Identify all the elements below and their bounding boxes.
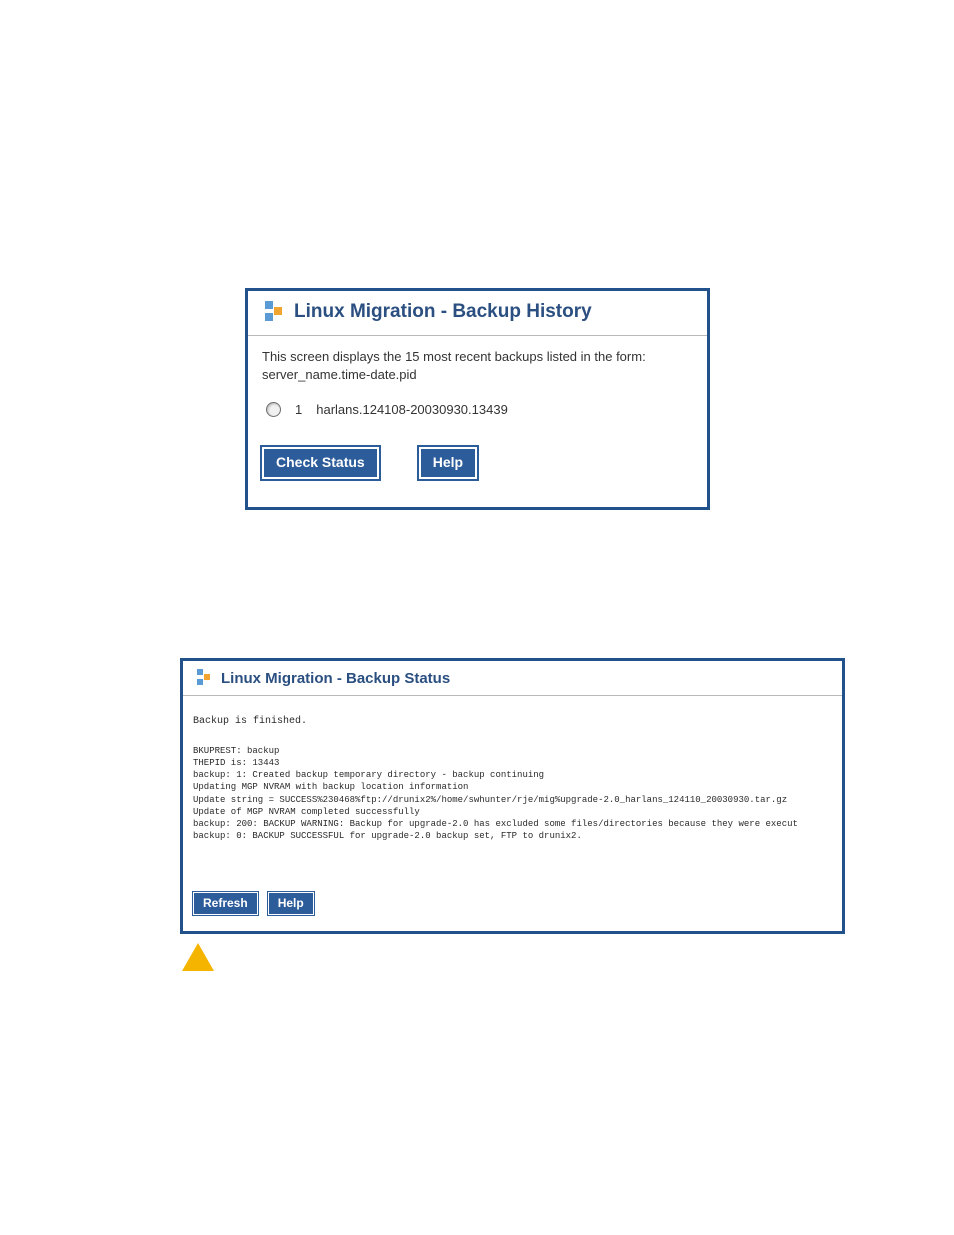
help-button[interactable]: Help	[268, 892, 314, 915]
panel-history-header: Linux Migration - Backup History	[248, 291, 707, 336]
page-root: Linux Migration - Backup History This sc…	[0, 0, 954, 1235]
check-status-button[interactable]: Check Status	[262, 447, 379, 479]
panel-status-header: Linux Migration - Backup Status	[183, 661, 842, 696]
log-line: backup: 1: Created backup temporary dire…	[193, 770, 544, 780]
panel-backup-history: Linux Migration - Backup History This sc…	[245, 288, 710, 510]
refresh-button[interactable]: Refresh	[193, 892, 258, 915]
list-item-index: 1	[295, 401, 302, 419]
caution-icon	[182, 943, 214, 971]
log-line: Update string = SUCCESS%230468%ftp://dru…	[193, 795, 787, 805]
panel-backup-status: Linux Migration - Backup Status Backup i…	[180, 658, 845, 934]
backup-status-line: Backup is finished.	[193, 716, 836, 727]
backup-list-item[interactable]: 1 harlans.124108-20030930.13439	[266, 401, 693, 419]
panel-status-title: Linux Migration - Backup Status	[221, 670, 450, 687]
log-line: BKUPREST: backup	[193, 746, 279, 756]
panel-status-body: Backup is finished. BKUPREST: backup THE…	[183, 696, 842, 931]
backup-log-output: BKUPREST: backup THEPID is: 13443 backup…	[193, 745, 836, 842]
panel-history-intro: This screen displays the 15 most recent …	[262, 348, 693, 383]
panel-history-body: This screen displays the 15 most recent …	[248, 336, 707, 507]
history-button-row: Check Status Help	[262, 447, 693, 479]
panel-history-title: Linux Migration - Backup History	[294, 301, 592, 323]
log-line: Update of MGP NVRAM completed successful…	[193, 807, 420, 817]
intro-line-2: server_name.time-date.pid	[262, 366, 693, 384]
log-line: backup: 200: BACKUP WARNING: Backup for …	[193, 819, 798, 829]
app-logo-icon	[195, 669, 213, 687]
intro-line-1: This screen displays the 15 most recent …	[262, 348, 693, 366]
app-logo-icon	[262, 301, 284, 323]
status-button-row: Refresh Help	[193, 892, 836, 915]
help-button[interactable]: Help	[419, 447, 477, 479]
log-line: THEPID is: 13443	[193, 758, 279, 768]
log-line: backup: 0: BACKUP SUCCESSFUL for upgrade…	[193, 831, 582, 841]
list-item-label: harlans.124108-20030930.13439	[316, 401, 508, 419]
log-line: Updating MGP NVRAM with backup location …	[193, 782, 468, 792]
radio-icon[interactable]	[266, 402, 281, 417]
